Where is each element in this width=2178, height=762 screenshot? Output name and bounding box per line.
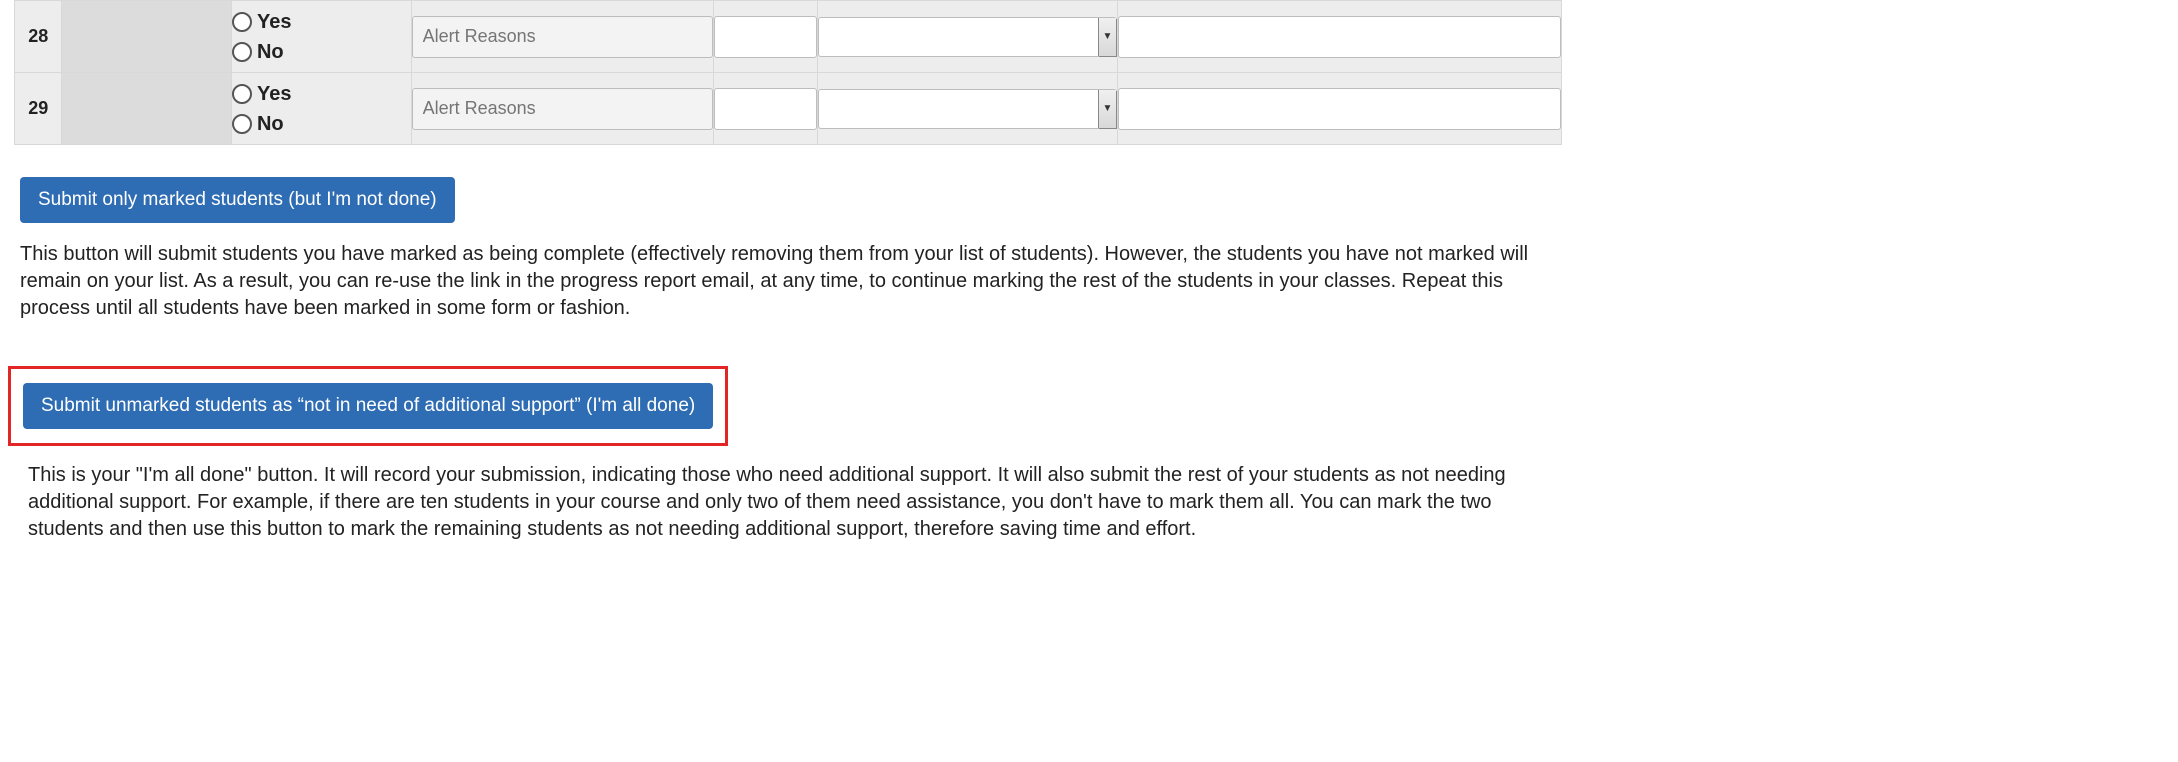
text-cell [1117, 73, 1561, 145]
submit-marked-description: This button will submit students you hav… [20, 241, 1532, 322]
radio-yes[interactable]: Yes [232, 7, 411, 37]
row-number: 29 [15, 73, 62, 145]
yes-no-cell: Yes No [231, 73, 411, 145]
alert-reason-input[interactable] [412, 16, 714, 58]
row-spacer [62, 73, 232, 145]
text-input[interactable] [1118, 16, 1561, 58]
highlight-box: Submit unmarked students as “not in need… [8, 366, 728, 446]
chevron-down-icon: ▼ [1098, 90, 1116, 128]
select-cell: ▼ [818, 73, 1118, 145]
select-cell: ▼ [818, 1, 1118, 73]
select-dropdown[interactable]: ▼ [818, 89, 1117, 129]
submit-marked-button[interactable]: Submit only marked students (but I'm not… [20, 177, 455, 223]
text-cell [1117, 1, 1561, 73]
radio-icon [232, 42, 252, 62]
radio-yes-label: Yes [257, 81, 291, 107]
student-progress-table: 28 Yes No ▼ [14, 0, 1562, 145]
small-input-cell [714, 73, 818, 145]
yes-no-cell: Yes No [231, 1, 411, 73]
row-spacer [62, 1, 232, 73]
small-input[interactable] [714, 88, 817, 130]
radio-no-label: No [257, 39, 284, 65]
radio-no-label: No [257, 111, 284, 137]
radio-icon [232, 12, 252, 32]
radio-yes-label: Yes [257, 9, 291, 35]
radio-icon [232, 84, 252, 104]
submit-unmarked-description: This is your "I'm all done" button. It w… [28, 462, 1532, 543]
small-input[interactable] [714, 16, 817, 58]
alert-reason-cell [411, 73, 714, 145]
alert-reason-input[interactable] [412, 88, 714, 130]
small-input-cell [714, 1, 818, 73]
table-row: 28 Yes No ▼ [15, 1, 1562, 73]
chevron-down-icon: ▼ [1098, 18, 1116, 56]
radio-no[interactable]: No [232, 37, 411, 67]
table-row: 29 Yes No ▼ [15, 73, 1562, 145]
row-number: 28 [15, 1, 62, 73]
text-input[interactable] [1118, 88, 1561, 130]
radio-yes[interactable]: Yes [232, 79, 411, 109]
alert-reason-cell [411, 1, 714, 73]
radio-no[interactable]: No [232, 109, 411, 139]
submit-unmarked-button[interactable]: Submit unmarked students as “not in need… [23, 383, 713, 429]
select-dropdown[interactable]: ▼ [818, 17, 1117, 57]
radio-icon [232, 114, 252, 134]
